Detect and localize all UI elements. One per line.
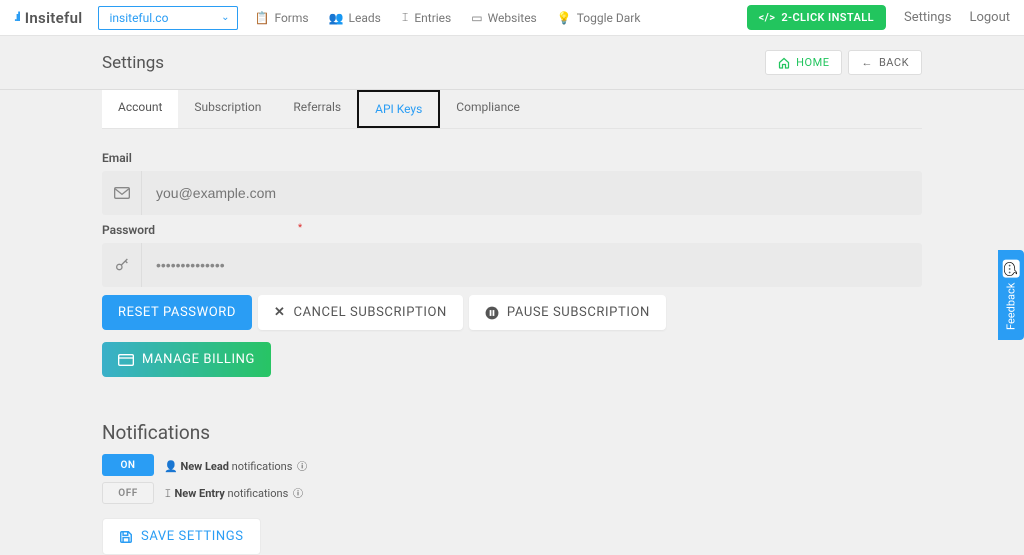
required-indicator: * (298, 223, 302, 233)
site-selector[interactable]: insiteful.co ⌄ (98, 6, 238, 30)
toggle-lead-on[interactable]: ON (102, 454, 154, 476)
nav-forms-label: Forms (274, 11, 308, 25)
clipboard-icon: 📋 (254, 11, 269, 25)
save-settings-label: SAVE SETTINGS (141, 529, 244, 544)
card-icon (118, 354, 134, 366)
feedback-tab[interactable]: Feedback 💬 (998, 250, 1024, 340)
pause-subscription-label: PAUSE SUBSCRIPTION (507, 305, 650, 320)
account-form: Email Password * RESET PASSWORD ✕ CANCEL… (102, 129, 922, 555)
save-settings-button[interactable]: SAVE SETTINGS (102, 518, 261, 555)
chat-icon: 💬 (1003, 259, 1020, 277)
nav-entries-label: Entries (414, 11, 451, 25)
pause-subscription-button[interactable]: PAUSE SUBSCRIPTION (469, 295, 666, 330)
toggle-entry-off[interactable]: OFF (102, 482, 154, 504)
password-label: Password * (102, 223, 922, 237)
nav-toggle-dark-label: Toggle Dark (577, 11, 641, 25)
notification-entry-text: 𝙸 New Entry notifications ⓘ (164, 485, 303, 501)
reset-password-button[interactable]: RESET PASSWORD (102, 295, 252, 330)
notification-row-entry: OFF 𝙸 New Entry notifications ⓘ (102, 482, 922, 504)
home-icon (778, 57, 790, 69)
info-icon[interactable]: ⓘ (297, 462, 307, 473)
email-input[interactable] (142, 171, 922, 215)
nav-leads[interactable]: 👥 Leads (329, 11, 381, 25)
password-label-text: Password (102, 223, 155, 237)
back-button[interactable]: ← BACK (848, 50, 922, 75)
bulb-icon: 💡 (557, 11, 572, 25)
key-icon (102, 243, 142, 287)
nav-forms[interactable]: 📋 Forms (254, 11, 308, 25)
notification-lead-strong: New Lead (180, 460, 229, 473)
page-header: Settings HOME ← BACK (0, 36, 1024, 90)
top-nav: .ıl Insiteful insiteful.co ⌄ 📋 Forms 👥 L… (0, 0, 1024, 36)
notification-lead-text: 👤 New Lead notifications ⓘ (164, 458, 307, 473)
tab-subscription[interactable]: Subscription (178, 90, 277, 128)
nav-entries[interactable]: 𝙸 Entries (401, 10, 451, 25)
home-button[interactable]: HOME (765, 50, 842, 75)
content: Account Subscription Referrals API Keys … (102, 90, 922, 555)
password-input[interactable] (142, 243, 922, 287)
tab-account[interactable]: Account (102, 90, 178, 128)
users-icon: 👥 (329, 11, 344, 25)
chevron-down-icon: ⌄ (221, 12, 229, 23)
tab-compliance[interactable]: Compliance (440, 90, 536, 128)
email-label: Email (102, 151, 922, 165)
nav-leads-label: Leads (349, 11, 381, 25)
nav-links: 📋 Forms 👥 Leads 𝙸 Entries ▭ Websites 💡 T… (254, 10, 640, 25)
brand-name: Insiteful (25, 9, 83, 27)
cancel-subscription-label: CANCEL SUBSCRIPTION (294, 305, 447, 320)
install-button[interactable]: </> 2-CLICK INSTALL (747, 5, 886, 30)
window-icon: ▭ (471, 11, 482, 25)
info-icon[interactable]: ⓘ (293, 489, 303, 500)
feedback-label: Feedback (1005, 283, 1018, 330)
home-button-label: HOME (796, 56, 829, 69)
notification-lead-rest: notifications (229, 460, 293, 473)
arrow-left-icon: ← (861, 56, 873, 69)
nav-websites-label: Websites (488, 11, 537, 25)
manage-billing-label: MANAGE BILLING (142, 352, 255, 367)
brand-logo-icon: .ıl (14, 10, 19, 25)
password-input-group (102, 243, 922, 287)
save-icon (119, 530, 133, 544)
pause-icon (485, 306, 499, 320)
settings-link[interactable]: Settings (904, 10, 951, 25)
notifications-heading: Notifications (102, 421, 922, 444)
tab-referrals[interactable]: Referrals (277, 90, 357, 128)
email-input-group (102, 171, 922, 215)
notification-row-lead: ON 👤 New Lead notifications ⓘ (102, 454, 922, 476)
text-cursor-icon: 𝙸 (401, 10, 409, 25)
nav-toggle-dark[interactable]: 💡 Toggle Dark (557, 11, 641, 25)
settings-tabs: Account Subscription Referrals API Keys … (102, 90, 922, 129)
page-title: Settings (102, 53, 164, 73)
manage-billing-button[interactable]: MANAGE BILLING (102, 342, 271, 377)
close-icon: ✕ (274, 305, 286, 320)
envelope-icon (102, 171, 142, 215)
user-icon: 👤 (164, 460, 178, 473)
site-selector-value: insiteful.co (109, 11, 168, 25)
brand: .ıl Insiteful (14, 9, 82, 27)
install-button-label: 2-CLICK INSTALL (781, 11, 874, 24)
logout-link[interactable]: Logout (969, 10, 1010, 25)
tab-api-keys[interactable]: API Keys (357, 90, 440, 128)
cancel-subscription-button[interactable]: ✕ CANCEL SUBSCRIPTION (258, 295, 463, 330)
nav-websites[interactable]: ▭ Websites (471, 11, 537, 25)
account-actions: RESET PASSWORD ✕ CANCEL SUBSCRIPTION PAU… (102, 295, 922, 377)
notification-entry-rest: notifications (225, 487, 289, 500)
text-cursor-icon: 𝙸 (164, 487, 172, 500)
code-icon: </> (759, 11, 776, 24)
back-button-label: BACK (879, 56, 909, 69)
topbar-right: </> 2-CLICK INSTALL Settings Logout (747, 5, 1010, 30)
notification-entry-strong: New Entry (175, 487, 225, 500)
